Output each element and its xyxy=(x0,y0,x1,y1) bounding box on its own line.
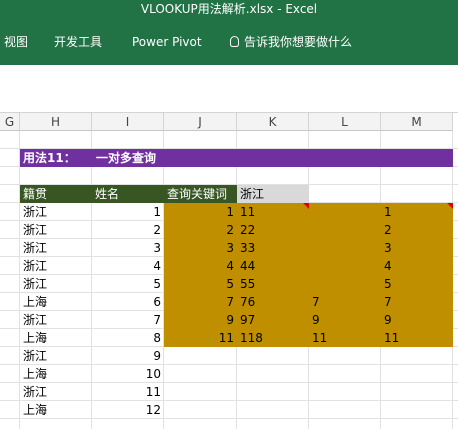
cell-name[interactable]: 10 xyxy=(92,365,164,383)
cell-result-m[interactable]: 2 xyxy=(381,221,453,239)
cell-region[interactable]: 上海 xyxy=(20,401,92,419)
query-value-cell[interactable]: 浙江 xyxy=(237,185,309,203)
section-label: 用法11： xyxy=(23,151,76,165)
cell-result-m[interactable]: 5 xyxy=(381,275,453,293)
cell-helper-index[interactable]: 7 xyxy=(164,293,237,311)
cell-helper-key[interactable]: 44 xyxy=(237,257,309,275)
cell-helper-index[interactable]: 4 xyxy=(164,257,237,275)
cell-name[interactable]: 11 xyxy=(92,383,164,401)
header-query[interactable]: 查询关键词 xyxy=(164,185,237,203)
cell-region[interactable]: 上海 xyxy=(20,329,92,347)
cell-result-m[interactable]: 4 xyxy=(381,257,453,275)
column-header-m[interactable]: M xyxy=(381,113,453,131)
cell-result-m[interactable]: 1 xyxy=(381,203,453,221)
header-region[interactable]: 籍贯 xyxy=(20,185,92,203)
cell-helper-index[interactable]: 9 xyxy=(164,311,237,329)
cell-region[interactable]: 浙江 xyxy=(20,257,92,275)
comment-indicator[interactable] xyxy=(447,203,453,209)
column-header-l[interactable]: L xyxy=(309,113,381,131)
lightbulb-icon xyxy=(230,36,239,47)
cell-region[interactable]: 上海 xyxy=(20,365,92,383)
cell-name[interactable]: 6 xyxy=(92,293,164,311)
column-header-g[interactable]: G xyxy=(0,113,20,131)
tab-view[interactable]: 视图 xyxy=(4,34,28,50)
cell-result-m[interactable]: 3 xyxy=(381,239,453,257)
cell-result-m[interactable]: 11 xyxy=(381,329,453,347)
tab-developer[interactable]: 开发工具 xyxy=(54,34,102,50)
cell-result-m[interactable]: 7 xyxy=(381,293,453,311)
tell-me-search[interactable]: 告诉我你想要做什么 xyxy=(230,34,352,50)
cell-region[interactable]: 上海 xyxy=(20,293,92,311)
cell-name[interactable]: 3 xyxy=(92,239,164,257)
column-header-i[interactable]: I xyxy=(92,113,164,131)
tab-power-pivot[interactable]: Power Pivot xyxy=(132,34,202,50)
cell-result-l[interactable]: 11 xyxy=(309,329,381,347)
cell-helper-key[interactable]: 22 xyxy=(237,221,309,239)
worksheet-grid[interactable]: GHIJKLM 用法11： 一对多查询 籍贯 姓名 查询关键词 浙江 浙江 1 1 11 1 浙江 2 2… xyxy=(0,113,458,429)
cell-helper-key[interactable]: 55 xyxy=(237,275,309,293)
cell-helper-index[interactable]: 5 xyxy=(164,275,237,293)
cell-region[interactable]: 浙江 xyxy=(20,275,92,293)
window-title: VLOOKUP用法解析.xlsx - Excel xyxy=(0,0,458,19)
cell-region[interactable]: 浙江 xyxy=(20,203,92,221)
ribbon-bar: 视图 开发工具 Power Pivot 告诉我你想要做什么 xyxy=(0,19,458,65)
cell-name[interactable]: 12 xyxy=(92,401,164,419)
section-banner[interactable]: 用法11： 一对多查询 xyxy=(20,149,453,167)
cell-helper-key[interactable]: 76 xyxy=(237,293,309,311)
cell-helper-key[interactable]: 33 xyxy=(237,239,309,257)
cell-region[interactable]: 浙江 xyxy=(20,221,92,239)
header-name[interactable]: 姓名 xyxy=(92,185,164,203)
cell-name[interactable]: 4 xyxy=(92,257,164,275)
formula-bar-area[interactable] xyxy=(0,65,458,113)
cell-helper-index[interactable]: 3 xyxy=(164,239,237,257)
cell-region[interactable]: 浙江 xyxy=(20,311,92,329)
section-title: 一对多查询 xyxy=(96,151,157,165)
tell-me-label: 告诉我你想要做什么 xyxy=(244,35,353,49)
cell-name[interactable]: 1 xyxy=(92,203,164,221)
cell-helper-index[interactable]: 2 xyxy=(164,221,237,239)
cell-name[interactable]: 8 xyxy=(92,329,164,347)
cell-helper-index[interactable]: 1 xyxy=(164,203,237,221)
cell-region[interactable]: 浙江 xyxy=(20,383,92,401)
cell-name[interactable]: 5 xyxy=(92,275,164,293)
cell-helper-index[interactable]: 11 xyxy=(164,329,237,347)
comment-indicator[interactable] xyxy=(303,203,309,209)
cell-name[interactable]: 2 xyxy=(92,221,164,239)
cell-result-l[interactable]: 7 xyxy=(309,293,381,311)
column-header-h[interactable]: H xyxy=(20,113,92,131)
cell-name[interactable]: 7 xyxy=(92,311,164,329)
cell-result-m[interactable]: 9 xyxy=(381,311,453,329)
column-header-k[interactable]: K xyxy=(237,113,309,131)
cell-region[interactable]: 浙江 xyxy=(20,347,92,365)
column-header-j[interactable]: J xyxy=(164,113,237,131)
cell-result-l[interactable]: 9 xyxy=(309,311,381,329)
cell-helper-key[interactable]: 97 xyxy=(237,311,309,329)
cell-helper-key[interactable]: 11 xyxy=(237,203,309,221)
cell-helper-key[interactable]: 118 xyxy=(237,329,309,347)
cell-region[interactable]: 浙江 xyxy=(20,239,92,257)
cell-name[interactable]: 9 xyxy=(92,347,164,365)
